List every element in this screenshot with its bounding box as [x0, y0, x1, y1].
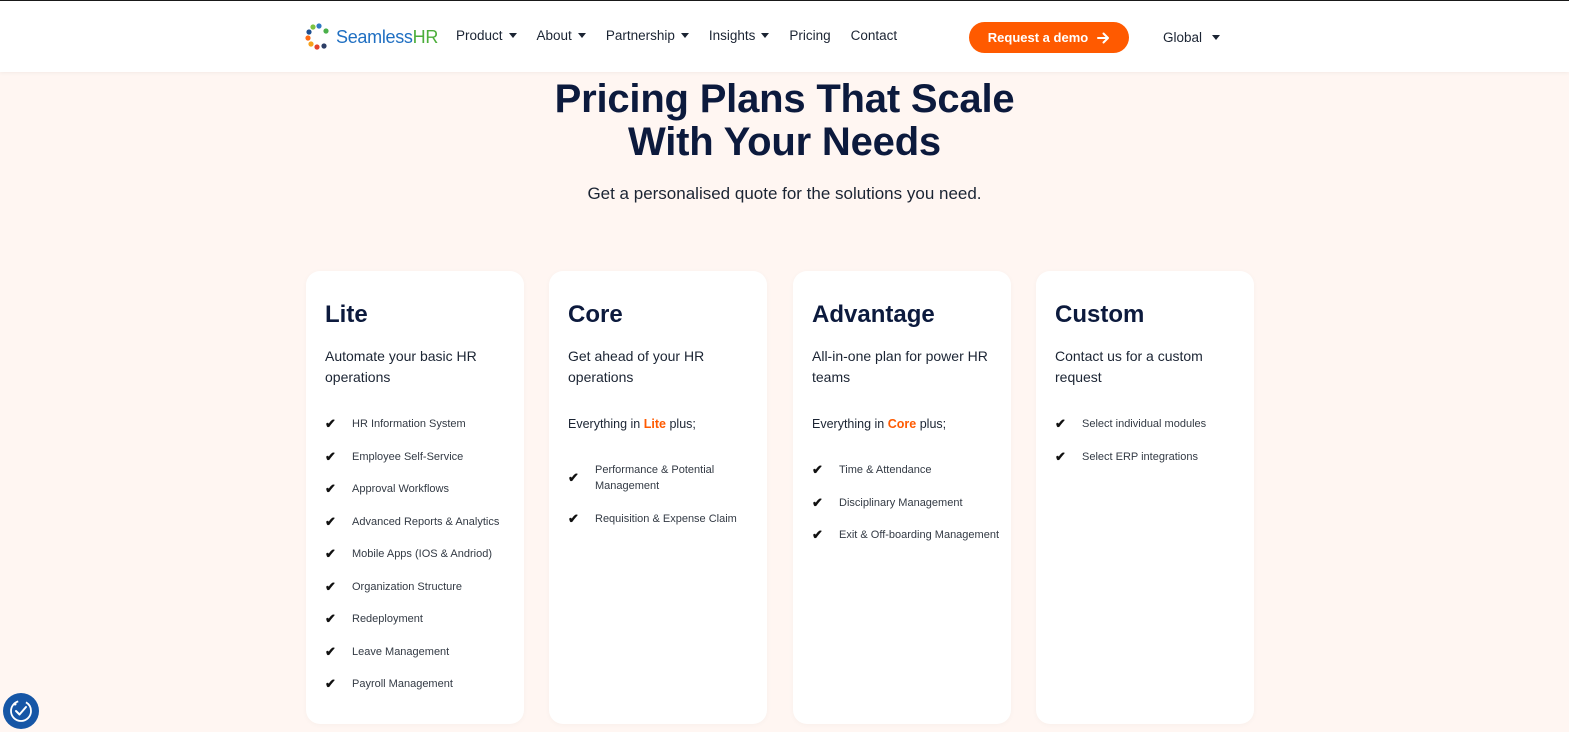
check-icon: ✔: [325, 416, 336, 431]
chevron-down-icon: [508, 33, 517, 38]
check-icon: ✔: [568, 470, 579, 485]
site-header: SeamlessHR Product About Partnership Ins…: [0, 1, 1569, 72]
nav-product[interactable]: Product: [456, 28, 517, 43]
check-icon: ✔: [325, 546, 336, 561]
plan-card-advantage: Advantage All-in-one plan for power HR t…: [793, 271, 1011, 724]
check-icon: ✔: [812, 462, 823, 477]
feature-item: ✔ Exit & Off-boarding Management: [812, 527, 999, 542]
page-title-line-2: With Your Needs: [628, 120, 941, 164]
check-icon: ✔: [1055, 448, 1066, 464]
chevron-down-icon: [680, 33, 689, 38]
feature-item: ✔ Organization Structure: [325, 578, 463, 594]
includes-previous-plan: Everything in Core plus;: [812, 417, 947, 431]
feature-item: ✔ HR Information System: [325, 416, 466, 431]
check-icon: ✔: [325, 448, 336, 464]
check-icon: ✔: [568, 510, 579, 526]
nav-partnership[interactable]: Partnership: [606, 28, 689, 43]
region-label: Global: [1163, 30, 1203, 45]
request-demo-button[interactable]: Request a demo: [969, 22, 1129, 53]
nav-about[interactable]: About: [537, 28, 586, 43]
feature-item: ✔ Requisition & Expense Claim: [568, 510, 737, 526]
chevron-down-icon: [1212, 35, 1221, 40]
check-icon: ✔: [325, 578, 336, 594]
feature-item: ✔ Time & Attendance: [812, 462, 932, 477]
feature-list: ✔ Performance & Potential Management ✔ Req…: [568, 462, 763, 543]
plan-description: All-in-one plan for power HR teams: [812, 348, 988, 385]
chevron-down-icon: [577, 33, 586, 38]
check-icon: ✔: [325, 611, 336, 626]
plan-name: Core: [568, 301, 623, 328]
plan-card-lite: Lite Automate your basic HR operations ✔…: [306, 271, 524, 724]
plan-card-core: Core Get ahead of your HR operations Eve…: [549, 271, 767, 724]
plan-card-custom: Custom Contact us for a custom request ✔…: [1036, 271, 1254, 724]
includes-previous-plan: Everything in Lite plus;: [568, 417, 696, 431]
logo-dots-icon: [305, 23, 329, 50]
feature-list: ✔ HR Information System ✔ Employee Self-Se…: [325, 416, 520, 709]
plan-name: Lite: [325, 301, 368, 328]
check-icon: ✔: [325, 513, 336, 529]
plan-name: Custom: [1055, 301, 1145, 328]
feature-item: ✔ Select individual modules: [1055, 416, 1207, 431]
check-icon: ✔: [325, 481, 336, 496]
feature-item: ✔ Payroll Management: [325, 676, 453, 691]
request-demo-label: Request a demo: [987, 30, 1089, 45]
chevron-down-icon: [761, 33, 770, 38]
page-title-line-1: Pricing Plans That Scale: [554, 77, 1015, 121]
feature-item: ✔ Select ERP integrations: [1055, 448, 1198, 464]
feature-list: ✔ Select individual modules ✔ Select ERP i…: [1055, 416, 1250, 481]
accessibility-icon: [10, 700, 32, 722]
feature-list: ✔ Time & Attendance ✔ Disciplinary Managem…: [812, 462, 1007, 560]
nav-contact[interactable]: Contact: [851, 28, 898, 43]
feature-item: ✔ Redeployment: [325, 611, 423, 626]
feature-item: ✔ Performance & Potential Management: [568, 464, 715, 492]
region-selector[interactable]: Global: [1163, 30, 1221, 45]
nav-insights[interactable]: Insights: [709, 28, 770, 43]
feature-item: ✔ Approval Workflows: [325, 481, 449, 496]
main-nav: Product About Partnership Insights Prici…: [456, 28, 917, 43]
check-icon: ✔: [325, 643, 336, 659]
nav-pricing[interactable]: Pricing: [789, 28, 830, 43]
plan-description: Contact us for a custom request: [1055, 348, 1203, 385]
check-icon: ✔: [812, 494, 823, 510]
seamlesshr-logo[interactable]: SeamlessHR: [305, 23, 438, 51]
feature-item: ✔ Leave Management: [325, 643, 450, 659]
feature-item: ✔ Employee Self-Service: [325, 448, 464, 464]
feature-item: ✔ Advanced Reports & Analytics: [325, 513, 500, 529]
plan-description: Automate your basic HR operations: [325, 348, 477, 385]
page-title: Pricing Plans That Scale With Your Needs: [0, 78, 1569, 164]
logo-wordmark: SeamlessHR: [336, 26, 439, 47]
page-subtitle: Get a personalised quote for the solutio…: [587, 184, 982, 203]
check-icon: ✔: [812, 527, 823, 542]
feature-item: ✔ Disciplinary Management: [812, 494, 963, 510]
check-icon: ✔: [325, 676, 336, 691]
check-icon: ✔: [1055, 416, 1066, 431]
plan-description: Get ahead of your HR operations: [568, 348, 705, 385]
arrow-right-icon: [1097, 32, 1110, 43]
feature-item: ✔ Mobile Apps (IOS & Andriod): [325, 546, 493, 561]
accessibility-button[interactable]: [3, 693, 39, 729]
plan-name: Advantage: [812, 301, 935, 328]
